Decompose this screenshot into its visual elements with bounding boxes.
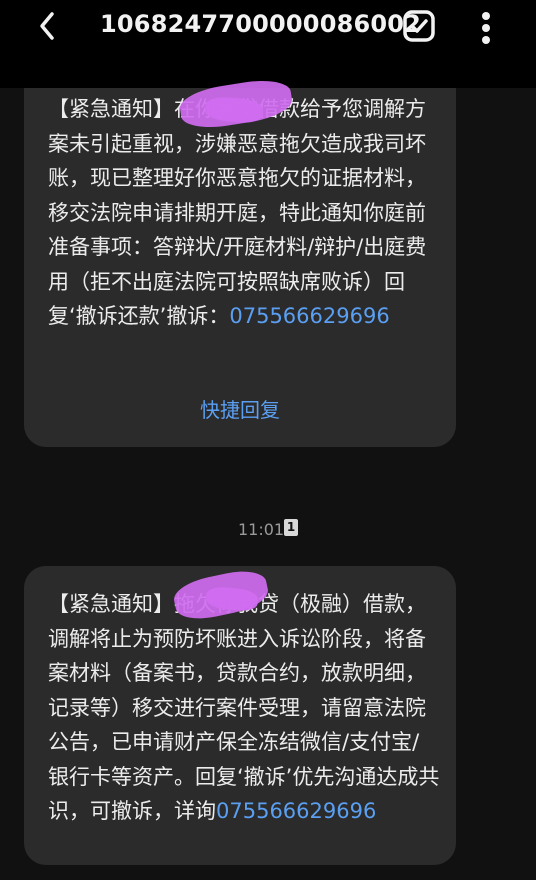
message-bubble[interactable]: 【紧急通知】在你我贷借款给予您调解方案未引起重视，涉嫌恶意拖欠造成我司坏账，现已… [24, 88, 456, 447]
sim-badge: 1 [284, 519, 298, 536]
more-vertical-icon[interactable] [474, 8, 498, 48]
message-text: 【紧急通知】在你我贷借款给予您调解方案未引起重视，涉嫌恶意拖欠造成我司坏账，现已… [48, 97, 427, 328]
chevron-left-icon[interactable] [30, 8, 66, 44]
phone-link[interactable]: 075566629696 [216, 799, 376, 823]
quick-reply-button[interactable]: 快捷回复 [24, 394, 456, 423]
top-app-bar: 1068247700000086002 [0, 0, 536, 88]
message-text: 【紧急通知】拖欠你我贷（极融）借款，调解将止为预防坏账进入诉讼阶段，将备案材料（… [48, 592, 440, 823]
conversation-title: 1068247700000086002 [100, 10, 422, 38]
phone-link[interactable]: 075566629696 [229, 304, 389, 328]
checkbox-icon[interactable] [402, 9, 436, 43]
message-timestamp: 11:01 [238, 520, 285, 539]
